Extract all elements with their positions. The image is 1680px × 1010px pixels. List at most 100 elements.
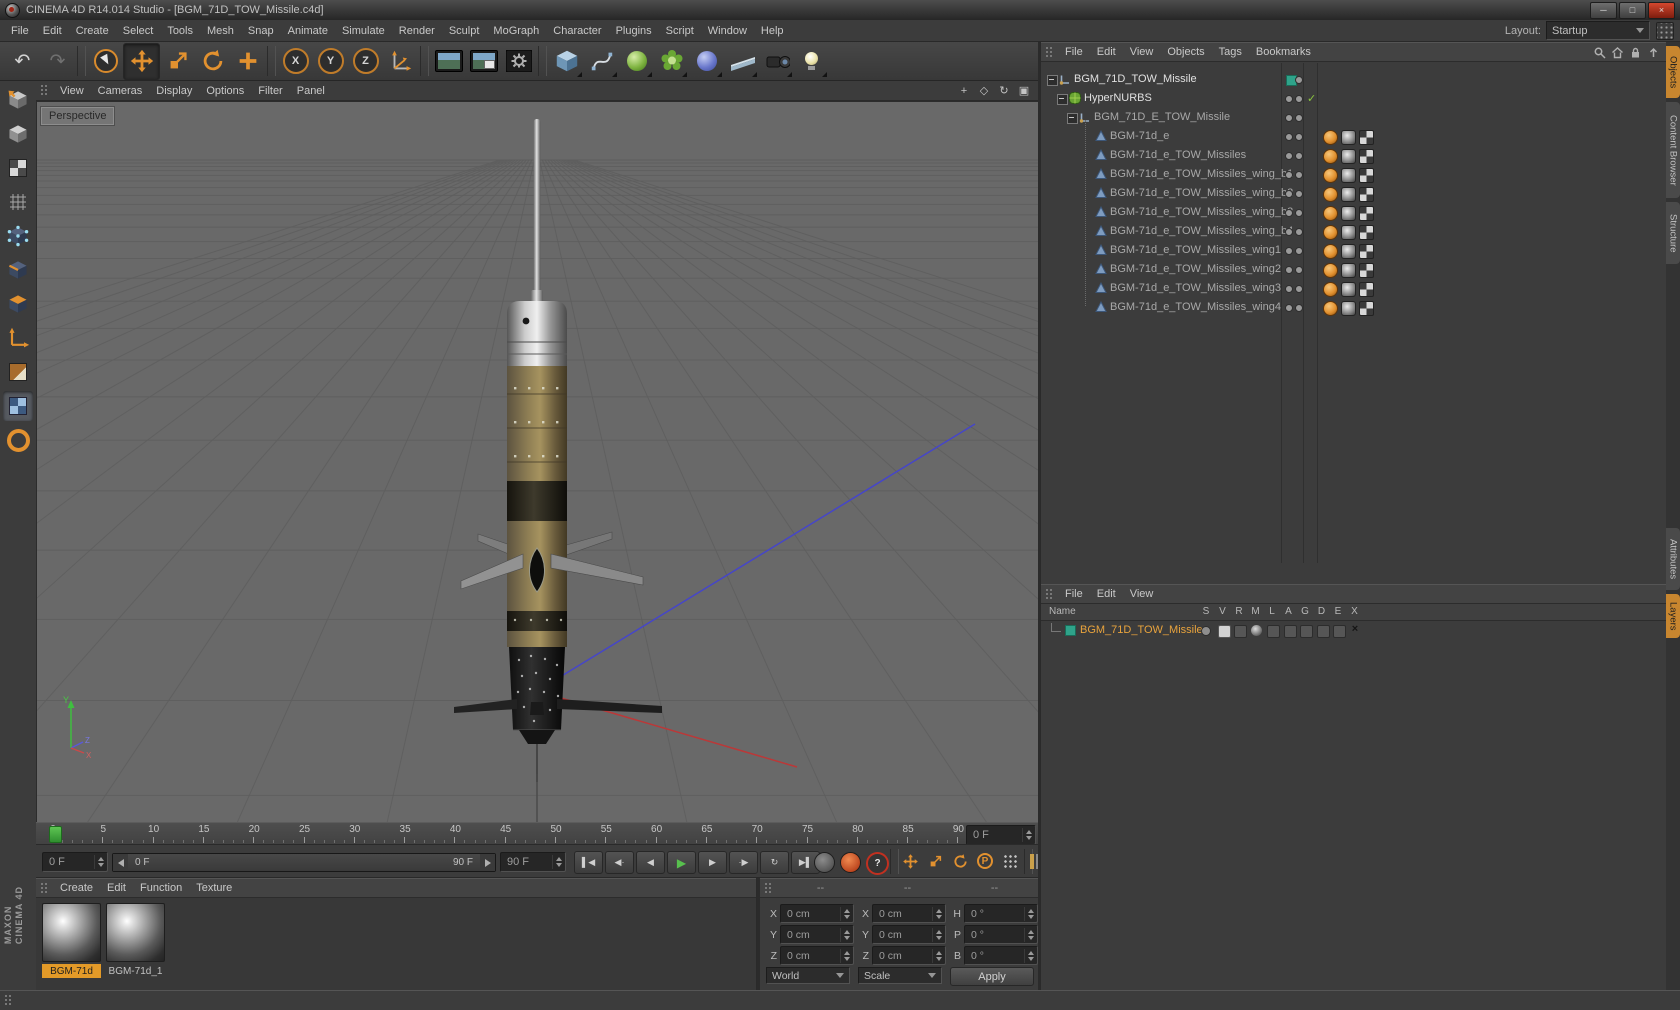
row-state-dot[interactable] (1201, 626, 1211, 636)
hnurbs-object-icon[interactable] (1069, 92, 1081, 104)
editor-visibility-dot[interactable] (1285, 171, 1293, 179)
material-tag-icon[interactable] (1341, 149, 1356, 164)
row-option-icon[interactable] (1316, 625, 1330, 638)
material-tag-icon[interactable] (1341, 187, 1356, 202)
add-primitive-button[interactable] (549, 44, 584, 79)
range-left-arrow[interactable] (113, 854, 128, 871)
panel-drag-handle[interactable] (40, 881, 49, 895)
uvw-tag-icon[interactable] (1359, 206, 1374, 221)
material-preview-sphere[interactable] (106, 903, 165, 962)
material-preview-sphere[interactable] (42, 903, 101, 962)
add-light-button[interactable] (794, 44, 829, 79)
object-name-label[interactable]: BGM-71d_e_TOW_Missiles_wing_b4 (1110, 225, 1293, 237)
missile-tail-section[interactable] (509, 647, 565, 730)
expander-icon[interactable] (1047, 75, 1058, 86)
z-axis-line[interactable] (536, 423, 976, 692)
render-visibility-dot[interactable] (1295, 228, 1303, 236)
material-menu-create[interactable]: Create (53, 879, 100, 897)
material-name-label[interactable]: BGM-71d (42, 964, 101, 978)
render-visibility-dot[interactable] (1295, 209, 1303, 217)
phong-tag-icon[interactable] (1323, 225, 1338, 240)
coordinate-field[interactable]: 0 ° (964, 946, 1038, 965)
move-tool[interactable] (123, 42, 160, 80)
menu-item-edit[interactable]: Edit (36, 22, 69, 40)
range-right-arrow[interactable] (480, 854, 495, 871)
render-visibility-dot[interactable] (1295, 133, 1303, 141)
menu-item-window[interactable]: Window (701, 22, 754, 40)
minimize-button[interactable]: ─ (1590, 1, 1617, 19)
tab-structure[interactable]: Structure (1666, 202, 1680, 264)
object-name-label[interactable]: BGM_71D_TOW_Missile (1080, 624, 1203, 636)
enabled-check-icon[interactable]: ✓ (1307, 92, 1316, 105)
menu-item-mesh[interactable]: Mesh (200, 22, 241, 40)
scale-tool[interactable] (160, 44, 195, 79)
previous-key-button[interactable]: ◀· (605, 851, 634, 874)
object-name-label[interactable]: BGM-71d_e (1110, 130, 1169, 142)
editor-visibility-dot[interactable] (1285, 152, 1293, 160)
find-icon[interactable] (1590, 45, 1608, 59)
object-name-label[interactable]: BGM_71D_TOW_Missile (1074, 73, 1197, 85)
object-row[interactable]: BGM-71d_e_TOW_Missiles_wing1 (1041, 241, 1666, 260)
previous-frame-button[interactable]: ◀ (636, 851, 665, 874)
key-pla-toggle[interactable] (998, 850, 1022, 872)
object-row[interactable]: BGM-71d_e_TOW_Missiles_wing_b3 (1041, 203, 1666, 222)
phong-tag-icon[interactable] (1323, 168, 1338, 183)
points-mode-icon[interactable] (3, 221, 33, 251)
menu-item-script[interactable]: Script (659, 22, 701, 40)
uvw-tag-icon[interactable] (1359, 187, 1374, 202)
object-name-label[interactable]: BGM-71d_e_TOW_Missiles (1110, 149, 1246, 161)
viewport-perspective[interactable]: Perspective Y Z X (36, 101, 1040, 824)
menu-item-tools[interactable]: Tools (160, 22, 200, 40)
frame-spinner[interactable]: 0 F (42, 852, 108, 872)
pan-view-icon[interactable]: + (954, 83, 974, 99)
menu-item-sculpt[interactable]: Sculpt (442, 22, 487, 40)
object-manager-menu-edit[interactable]: Edit (1090, 43, 1123, 61)
missile-upper-body[interactable] (507, 366, 567, 481)
panel-drag-handle[interactable] (1045, 45, 1054, 59)
panel-drag-handle[interactable] (4, 994, 13, 1007)
redo-button[interactable]: ↷ (40, 44, 75, 79)
menu-item-simulate[interactable]: Simulate (335, 22, 392, 40)
menu-item-character[interactable]: Character (546, 22, 608, 40)
phong-tag-icon[interactable] (1323, 187, 1338, 202)
uvw-tag-icon[interactable] (1359, 168, 1374, 183)
coordinate-field[interactable]: 0 ° (964, 925, 1038, 944)
zoom-view-icon[interactable]: ◇ (974, 83, 994, 99)
uvw-tag-icon[interactable] (1359, 282, 1374, 297)
spinner-arrows[interactable] (94, 855, 107, 869)
viewport-menu-panel[interactable]: Panel (290, 82, 332, 100)
next-key-button[interactable]: ·▶ (729, 851, 758, 874)
object-name-label[interactable]: BGM-71d_e_TOW_Missiles_wing1 (1110, 244, 1281, 256)
layout-menu-icon[interactable] (1656, 21, 1674, 40)
render-visibility-dot[interactable] (1295, 190, 1303, 198)
phong-tag-icon[interactable] (1323, 263, 1338, 278)
phong-tag-icon[interactable] (1323, 206, 1338, 221)
row-material-icon[interactable] (1250, 625, 1262, 636)
live-selection-tool[interactable] (88, 44, 123, 79)
menu-item-render[interactable]: Render (392, 22, 442, 40)
row-display-icon[interactable] (1217, 625, 1231, 638)
mesh-object-icon[interactable] (1095, 243, 1107, 256)
timeline-range-slider[interactable]: 0 F 90 F (112, 853, 496, 872)
phong-tag-icon[interactable] (1323, 301, 1338, 316)
key-rotation-toggle[interactable] (948, 850, 972, 872)
editor-visibility-dot[interactable] (1285, 190, 1293, 198)
viewport-menu-filter[interactable]: Filter (251, 82, 289, 100)
object-manager-menu-file[interactable]: File (1058, 43, 1090, 61)
editor-visibility-dot[interactable] (1285, 285, 1293, 293)
render-visibility-dot[interactable] (1295, 285, 1303, 293)
mesh-object-icon[interactable] (1095, 205, 1107, 218)
menu-item-file[interactable]: File (4, 22, 36, 40)
transform-mode-dropdown[interactable]: Scale (858, 967, 942, 984)
render-visibility-dot[interactable] (1295, 114, 1303, 122)
null-object-icon[interactable] (1059, 73, 1071, 85)
missile-tail-fin[interactable] (530, 702, 544, 715)
add-generator-button[interactable] (619, 44, 654, 79)
viewport-canvas[interactable]: Y Z X (37, 102, 1039, 823)
maximize-button[interactable]: □ (1619, 1, 1646, 19)
object-row[interactable]: BGM-71d_e_TOW_Missiles_wing3 (1041, 279, 1666, 298)
add-environment-button[interactable] (724, 44, 759, 79)
viewport-view-label[interactable]: Perspective (39, 106, 116, 126)
object-row[interactable]: HyperNURBS ✓ (1041, 89, 1666, 108)
lock-icon[interactable] (1626, 45, 1644, 59)
